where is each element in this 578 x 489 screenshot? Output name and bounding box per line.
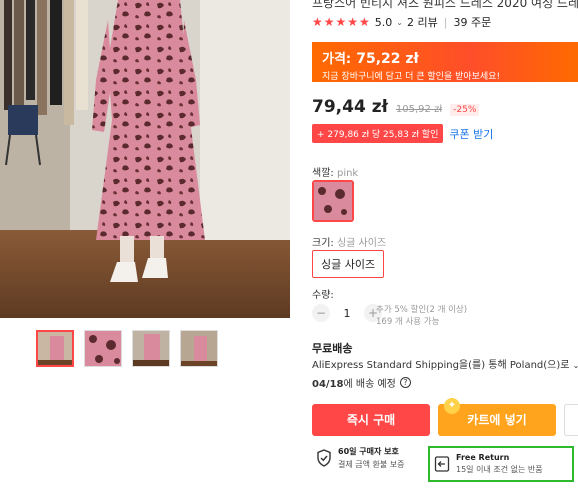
orders-count: 39 주문 <box>453 16 492 29</box>
product-info-panel: 프랑스어 빈티지 셔츠 원피스 드레스 2020 여성 드레스 긴 소매 ★★★… <box>300 0 578 489</box>
promo-subtext: 지금 장바구니에 담고 더 큰 할인을 받아보세요! <box>322 72 501 82</box>
size-option-single[interactable]: 싱글 사이즈 <box>312 250 385 278</box>
coupon-tag[interactable]: + 279,86 zł 당 25,83 zł 할인 <box>312 124 444 143</box>
product-gallery <box>0 0 290 489</box>
main-product-photo[interactable] <box>0 0 290 318</box>
delivery-date: 04/18 <box>312 379 344 390</box>
delivery-estimate: 04/18에 배송 예정 ? <box>312 375 411 390</box>
color-value: pink <box>336 168 359 179</box>
shipping-method-text: AliExpress Standard Shipping을(를) 통해 Pola… <box>312 360 570 371</box>
thumbnail-strip <box>36 330 218 367</box>
thumbnail-4[interactable] <box>180 330 218 367</box>
wishlist-button[interactable] <box>564 404 578 436</box>
sparkle-icon: ✦ <box>444 398 460 414</box>
thumbnail-3[interactable] <box>132 330 170 367</box>
thumbnail-1[interactable] <box>36 330 74 367</box>
price-row: 79,44 zł 105,92 zł -25% <box>312 97 480 117</box>
get-coupon-link[interactable]: 쿠폰 받기 <box>449 126 493 142</box>
buyer-protection-title: 60일 구매자 보호 <box>338 447 399 456</box>
discount-badge: -25% <box>450 104 480 116</box>
size-label-row: 크기: 싱글 사이즈 <box>312 234 386 249</box>
rating-value: 5.0 <box>374 15 393 29</box>
promo-price-amount: 75,22 zł <box>356 51 419 67</box>
quantity-decrease-button[interactable]: − <box>312 304 330 322</box>
delivery-date-suffix: 에 배송 예정 <box>343 379 396 390</box>
quantity-notes: 추가 5% 할인(2 개 이상) 169 개 사용 가능 <box>376 304 467 328</box>
quantity-value[interactable]: 1 <box>340 307 354 320</box>
shipping-method[interactable]: AliExpress Standard Shipping을(를) 통해 Pola… <box>312 356 578 371</box>
size-label: 크기: <box>312 238 334 249</box>
stock-available-note: 169 개 사용 가능 <box>376 317 440 327</box>
divider: | <box>443 15 448 29</box>
color-swatch-pink[interactable] <box>312 180 354 222</box>
return-icon <box>434 456 450 472</box>
quantity-stepper: − 1 + <box>312 304 382 322</box>
star-rating-icon: ★★★★★ <box>312 15 371 29</box>
quantity-label: 수량: <box>312 290 334 301</box>
chevron-down-icon: ⌄ <box>572 361 578 370</box>
free-return-box: Free Return 15일 이내 조건 없는 반품 <box>428 446 574 482</box>
promo-price-banner: 가격: 75,22 zł 지금 장바구니에 담고 더 큰 할인을 받아보세요! <box>312 42 578 82</box>
chevron-down-icon[interactable]: ⌄ <box>396 18 403 27</box>
size-value: 싱글 사이즈 <box>336 238 387 249</box>
promo-price-label: 가격: <box>322 52 352 67</box>
product-title: 프랑스어 빈티지 셔츠 원피스 드레스 2020 여성 드레스 긴 소매 <box>312 0 578 10</box>
free-return-title: Free Return <box>456 453 510 462</box>
original-price: 105,92 zł <box>395 104 443 115</box>
reviews-count[interactable]: 2 리뷰 <box>407 14 438 30</box>
buy-now-button[interactable]: 즉시 구매 <box>312 404 430 436</box>
bulk-discount-note: 추가 5% 할인(2 개 이상) <box>376 305 468 315</box>
free-return-sub: 15일 이내 조건 없는 반품 <box>456 465 543 474</box>
current-price: 79,44 zł <box>312 97 388 117</box>
buyer-protection-sub: 결제 금액 환불 보증 <box>338 460 405 469</box>
buyer-protection: 60일 구매자 보호 결제 금액 환불 보증 <box>316 446 405 470</box>
help-icon[interactable]: ? <box>399 377 411 388</box>
color-label: 색깔: <box>312 168 334 179</box>
coupon-row: + 279,86 zł 당 25,83 zł 할인 쿠폰 받기 <box>312 124 493 143</box>
color-label-row: 색깔: pink <box>312 164 358 179</box>
shipping-title: 무료배송 <box>312 342 353 355</box>
rating-row: ★★★★★ 5.0 ⌄ 2 리뷰 | 39 주문 <box>312 14 491 30</box>
thumbnail-2[interactable] <box>84 330 122 367</box>
shield-icon <box>317 449 331 467</box>
